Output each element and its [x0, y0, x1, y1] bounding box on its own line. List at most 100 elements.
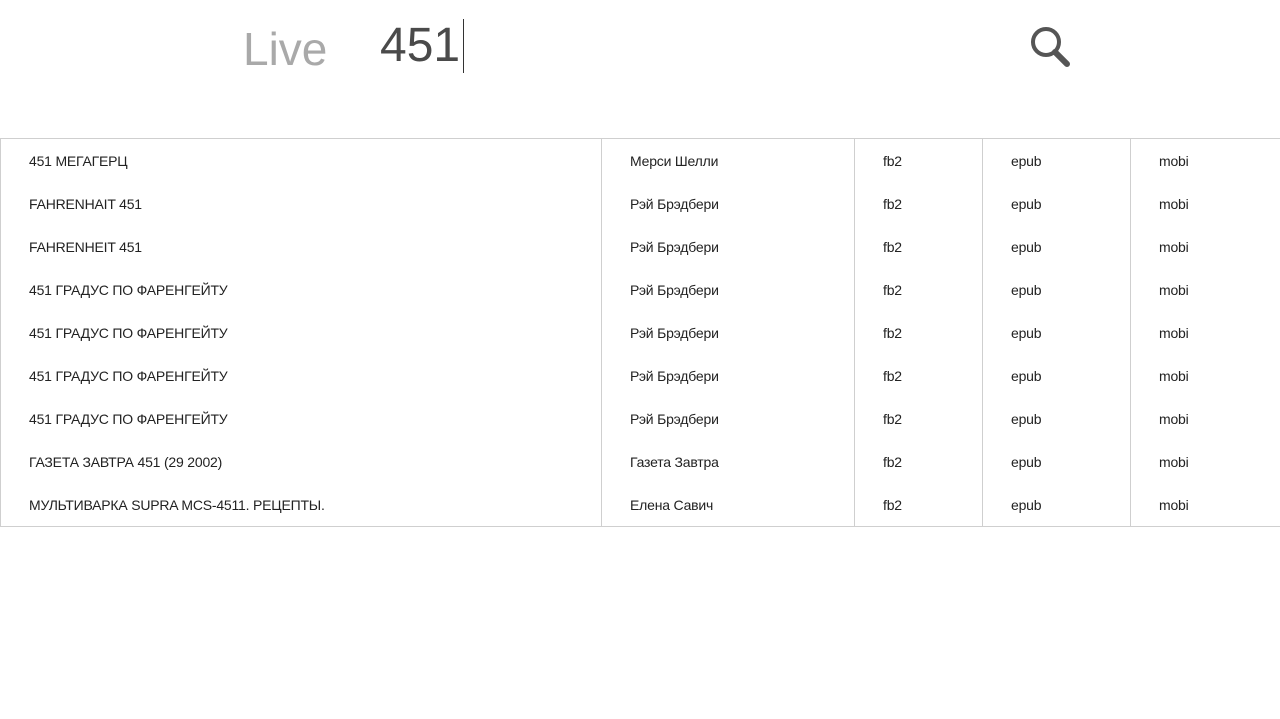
table-cell-title: 451 ГРАДУС ПО ФАРЕНГЕЙТУ [1, 311, 602, 354]
download-epub-link[interactable]: epub [1011, 196, 1042, 212]
table-cell-mobi: mobi [1130, 268, 1280, 311]
table-cell-title: МУЛЬТИВАРКА SUPRA MCS-4511. РЕЦЕПТЫ. [1, 483, 602, 527]
table-cell-mobi: mobi [1130, 397, 1280, 440]
results-body: 451 МЕГАГЕРЦ Мерси Шелли fb2 epub mobi FAHREN… [1, 138, 1280, 527]
table-cell-mobi: mobi [1130, 311, 1280, 354]
author-link[interactable]: Рэй Брэдбери [630, 325, 719, 341]
table-cell-epub: epub [982, 268, 1131, 311]
table-cell-epub: epub [982, 440, 1131, 483]
table-cell-mobi: mobi [1130, 440, 1280, 483]
download-mobi-link[interactable]: mobi [1159, 368, 1189, 384]
table-cell-epub: epub [982, 138, 1131, 182]
table-cell-title: 451 МЕГАГЕРЦ [1, 139, 602, 183]
table-cell-title: 451 ГРАДУС ПО ФАРЕНГЕЙТУ [1, 268, 602, 311]
download-epub-link[interactable]: epub [1011, 282, 1042, 298]
book-title-link[interactable]: FAHRENHEIT 451 [29, 239, 142, 255]
book-title-link[interactable]: 451 ГРАДУС ПО ФАРЕНГЕЙТУ [29, 325, 228, 341]
table-row: ГАЗЕТА ЗАВТРА 451 (29 2002) Газета Завтра… [1, 440, 1280, 483]
table-cell-author: Рэй Брэдбери [601, 311, 855, 354]
download-mobi-link[interactable]: mobi [1159, 239, 1189, 255]
table-cell-author: Газета Завтра [601, 440, 855, 483]
page: Live 451 451 МЕГАГЕРЦ Мерси Шелли fb2 epub m… [0, 0, 1280, 719]
search-button[interactable] [1028, 24, 1072, 68]
table-cell-epub: epub [982, 225, 1131, 268]
download-mobi-link[interactable]: mobi [1159, 497, 1189, 513]
download-fb2-link[interactable]: fb2 [883, 282, 902, 298]
text-caret [463, 19, 465, 73]
download-fb2-link[interactable]: fb2 [883, 239, 902, 255]
table-cell-epub: epub [982, 354, 1131, 397]
table-cell-fb2: fb2 [854, 182, 983, 225]
table-cell-mobi: mobi [1130, 138, 1280, 182]
table-row: FAHRENHEIT 451 Рэй Брэдбери fb2 epub mobi [1, 225, 1280, 268]
download-mobi-link[interactable]: mobi [1159, 454, 1189, 470]
table-cell-fb2: fb2 [854, 354, 983, 397]
download-epub-link[interactable]: epub [1011, 368, 1042, 384]
table-cell-fb2: fb2 [854, 225, 983, 268]
author-link[interactable]: Рэй Брэдбери [630, 282, 719, 298]
download-epub-link[interactable]: epub [1011, 239, 1042, 255]
author-link[interactable]: Рэй Брэдбери [630, 411, 719, 427]
table-cell-fb2: fb2 [854, 440, 983, 483]
book-title-link[interactable]: 451 ГРАДУС ПО ФАРЕНГЕЙТУ [29, 411, 228, 427]
table-cell-epub: epub [982, 483, 1131, 527]
author-link[interactable]: Елена Савич [630, 497, 713, 513]
brand-label: Live [243, 23, 328, 75]
table-cell-fb2: fb2 [854, 311, 983, 354]
table-cell-mobi: mobi [1130, 483, 1280, 527]
download-mobi-link[interactable]: mobi [1159, 411, 1189, 427]
download-fb2-link[interactable]: fb2 [883, 411, 902, 427]
table-cell-title: FAHRENHAIT 451 [1, 182, 602, 225]
table-cell-fb2: fb2 [854, 397, 983, 440]
book-title-link[interactable]: ГАЗЕТА ЗАВТРА 451 (29 2002) [29, 454, 222, 470]
table-cell-epub: epub [982, 311, 1131, 354]
download-epub-link[interactable]: epub [1011, 153, 1042, 169]
book-title-link[interactable]: 451 ГРАДУС ПО ФАРЕНГЕЙТУ [29, 368, 228, 384]
search-input[interactable]: 451 [380, 18, 465, 74]
download-fb2-link[interactable]: fb2 [883, 368, 902, 384]
download-mobi-link[interactable]: mobi [1159, 325, 1189, 341]
results-table: 451 МЕГАГЕРЦ Мерси Шелли fb2 epub mobi FAHREN… [0, 138, 1280, 527]
author-link[interactable]: Рэй Брэдбери [630, 239, 719, 255]
table-cell-title: 451 ГРАДУС ПО ФАРЕНГЕЙТУ [1, 354, 602, 397]
search-bar: Live 451 [0, 0, 1280, 100]
download-fb2-link[interactable]: fb2 [883, 454, 902, 470]
table-cell-fb2: fb2 [854, 138, 983, 182]
download-mobi-link[interactable]: mobi [1159, 153, 1189, 169]
download-fb2-link[interactable]: fb2 [883, 153, 902, 169]
download-fb2-link[interactable]: fb2 [883, 325, 902, 341]
table-cell-author: Елена Савич [601, 483, 855, 527]
table-cell-author: Рэй Брэдбери [601, 354, 855, 397]
download-epub-link[interactable]: epub [1011, 325, 1042, 341]
download-epub-link[interactable]: epub [1011, 454, 1042, 470]
table-cell-author: Мерси Шелли [601, 138, 855, 182]
table-row: 451 ГРАДУС ПО ФАРЕНГЕЙТУ Рэй Брэдбери fb2 e… [1, 311, 1280, 354]
table-cell-fb2: fb2 [854, 268, 983, 311]
table-row: 451 МЕГАГЕРЦ Мерси Шелли fb2 epub mobi [1, 138, 1280, 183]
table-row: FAHRENHAIT 451 Рэй Брэдбери fb2 epub mobi [1, 182, 1280, 225]
book-title-link[interactable]: 451 ГРАДУС ПО ФАРЕНГЕЙТУ [29, 282, 228, 298]
table-cell-mobi: mobi [1130, 225, 1280, 268]
table-row: МУЛЬТИВАРКА SUPRA MCS-4511. РЕЦЕПТЫ. Елен… [1, 483, 1280, 527]
author-link[interactable]: Газета Завтра [630, 454, 719, 470]
table-cell-author: Рэй Брэдбери [601, 268, 855, 311]
book-title-link[interactable]: FAHRENHAIT 451 [29, 196, 142, 212]
table-row: 451 ГРАДУС ПО ФАРЕНГЕЙТУ Рэй Брэдбери fb2 e… [1, 354, 1280, 397]
download-epub-link[interactable]: epub [1011, 497, 1042, 513]
table-cell-author: Рэй Брэдбери [601, 225, 855, 268]
download-mobi-link[interactable]: mobi [1159, 282, 1189, 298]
table-cell-fb2: fb2 [854, 483, 983, 527]
author-link[interactable]: Мерси Шелли [630, 153, 718, 169]
download-mobi-link[interactable]: mobi [1159, 196, 1189, 212]
table-cell-author: Рэй Брэдбери [601, 397, 855, 440]
table-cell-title: FAHRENHEIT 451 [1, 225, 602, 268]
download-fb2-link[interactable]: fb2 [883, 196, 902, 212]
table-row: 451 ГРАДУС ПО ФАРЕНГЕЙТУ Рэй Брэдбери fb2 e… [1, 268, 1280, 311]
author-link[interactable]: Рэй Брэдбери [630, 368, 719, 384]
book-title-link[interactable]: 451 МЕГАГЕРЦ [29, 153, 128, 169]
download-fb2-link[interactable]: fb2 [883, 497, 902, 513]
table-cell-author: Рэй Брэдбери [601, 182, 855, 225]
download-epub-link[interactable]: epub [1011, 411, 1042, 427]
author-link[interactable]: Рэй Брэдбери [630, 196, 719, 212]
book-title-link[interactable]: МУЛЬТИВАРКА SUPRA MCS-4511. РЕЦЕПТЫ. [29, 497, 325, 513]
